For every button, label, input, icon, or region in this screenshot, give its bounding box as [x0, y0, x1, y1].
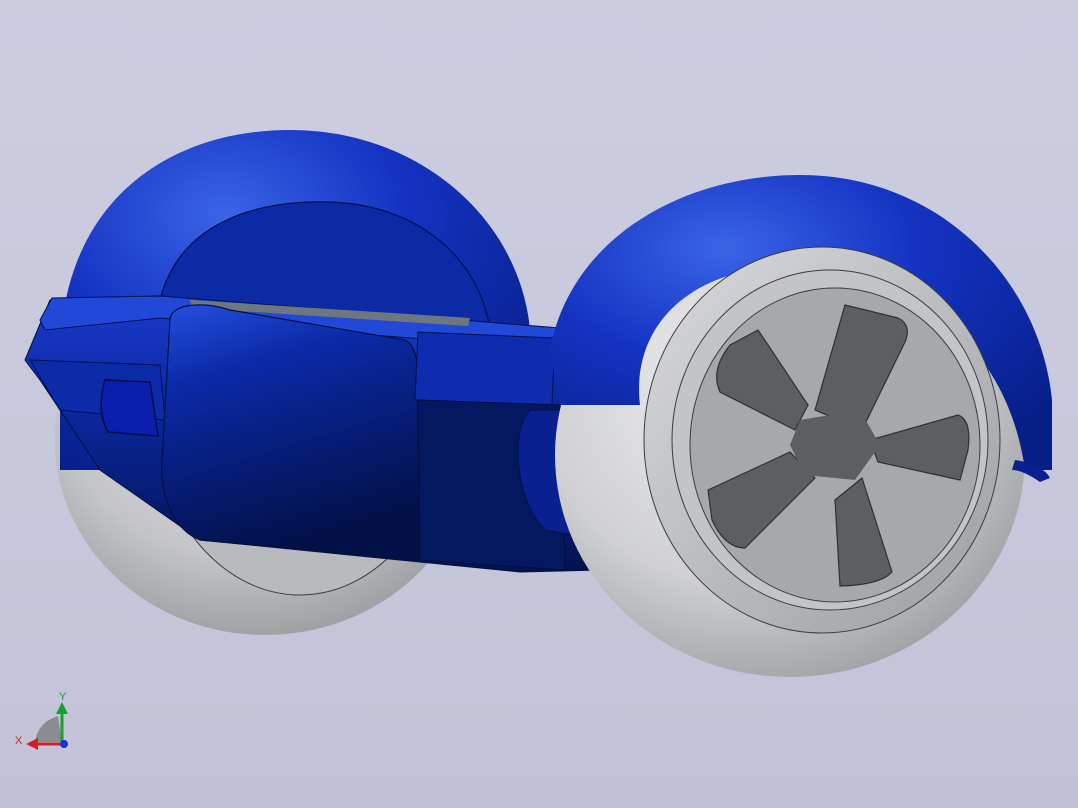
y-axis-arrow [56, 702, 68, 714]
z-axis-dot [60, 740, 68, 748]
coordinate-triad[interactable]: Y X [15, 691, 68, 750]
3d-viewport[interactable]: Y X [0, 0, 1078, 808]
foot-pad[interactable] [161, 304, 421, 561]
triad-base [35, 716, 62, 742]
x-axis-label: X [15, 735, 23, 747]
right-wheel[interactable] [550, 175, 1052, 677]
x-axis-arrow [26, 738, 38, 750]
left-light-window [100, 379, 159, 437]
right-side-panel [414, 331, 556, 406]
y-axis-label: Y [59, 691, 67, 703]
hoverboard-model[interactable]: Y X [0, 0, 1078, 808]
